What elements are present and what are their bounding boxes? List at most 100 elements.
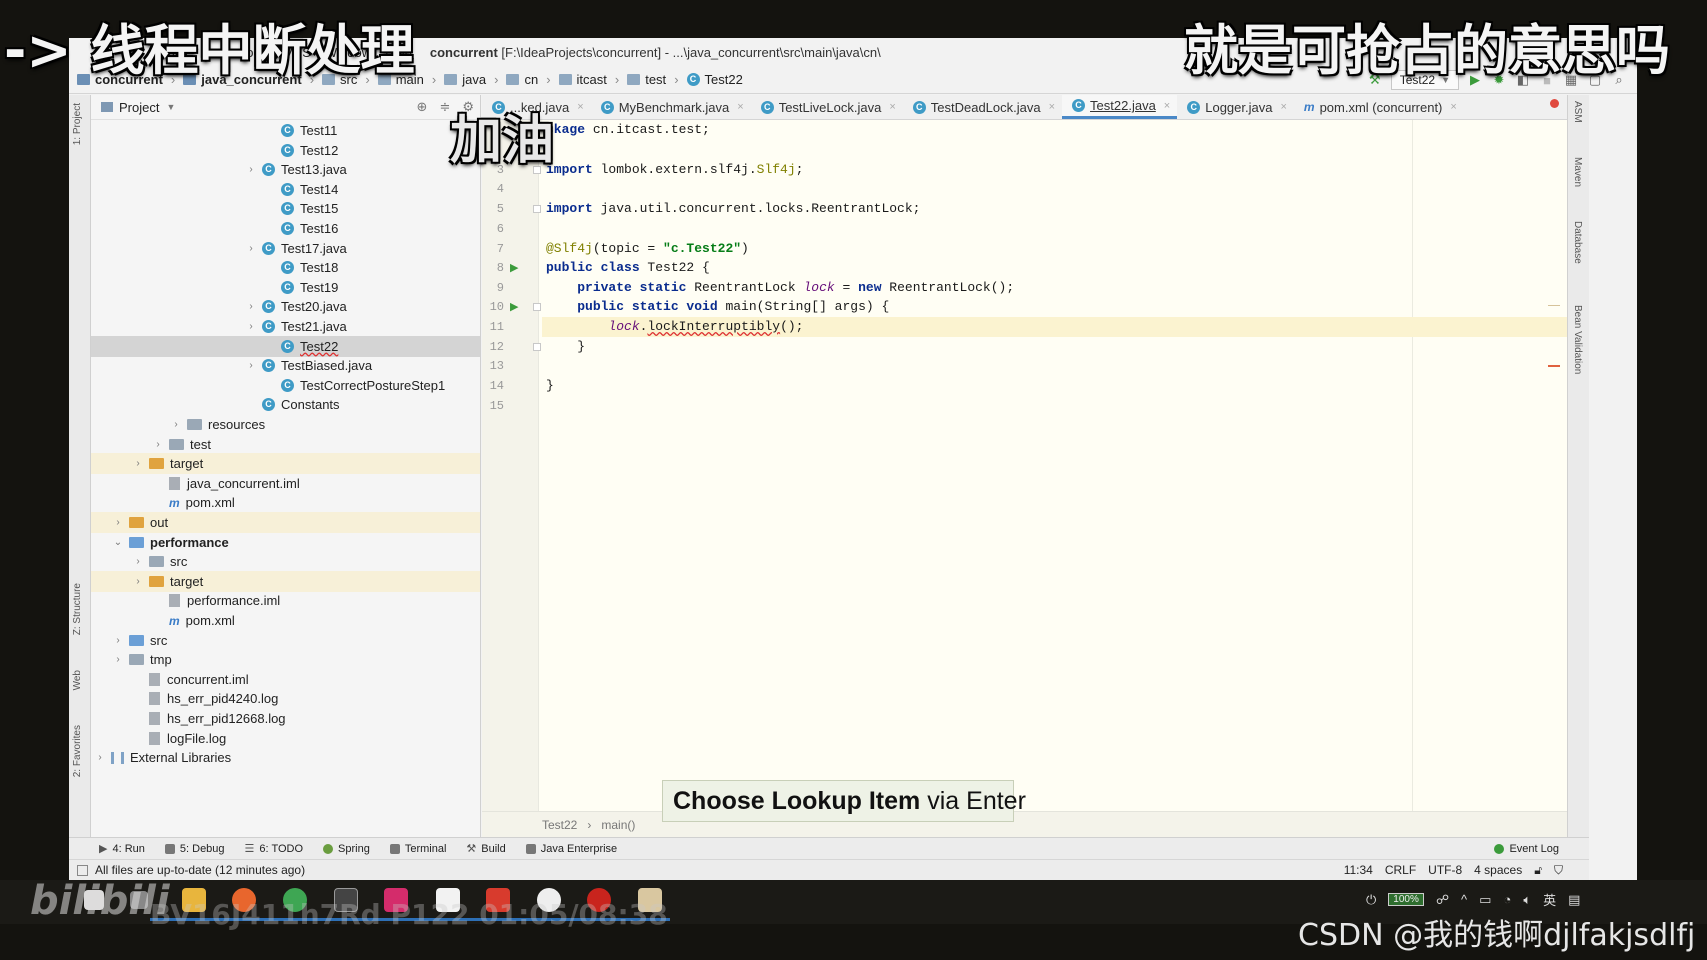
- tree-item[interactable]: C Test11: [91, 120, 480, 141]
- tool-asm[interactable]: ASM: [1572, 101, 1583, 123]
- breadcrumb-class[interactable]: Test22: [542, 818, 577, 832]
- tool-run[interactable]: ▶ 4: Run: [99, 842, 145, 856]
- people-icon[interactable]: ☍: [1436, 892, 1449, 908]
- network-icon[interactable]: ▭: [1479, 892, 1491, 908]
- tool-spring[interactable]: Spring: [323, 843, 370, 855]
- tree-item[interactable]: ⌄ performance: [91, 532, 480, 553]
- tool-bean-validation[interactable]: Bean Validation: [1572, 305, 1583, 374]
- inspector-icon[interactable]: ⛉: [1554, 863, 1563, 878]
- chevron-right-icon[interactable]: ›: [244, 164, 258, 175]
- collapse-icon[interactable]: ≑: [439, 99, 450, 115]
- fold-icon[interactable]: [533, 303, 541, 311]
- crumb-test[interactable]: test ›: [627, 72, 679, 87]
- editor-tab[interactable]: C MyBenchmark.java ×: [591, 95, 751, 119]
- lock-icon[interactable]: 🔓︎: [1534, 863, 1542, 878]
- tool-database[interactable]: Database: [1572, 221, 1583, 264]
- tree-item[interactable]: › src: [91, 551, 480, 572]
- tool-debug[interactable]: 5: Debug: [164, 843, 225, 855]
- tree-item[interactable]: C TestCorrectPostureStep1: [91, 375, 480, 396]
- close-icon[interactable]: ×: [1164, 100, 1170, 112]
- run-gutter-icon[interactable]: ▶: [510, 261, 518, 274]
- editor-tab[interactable]: C TestDeadLock.java ×: [903, 95, 1062, 119]
- editor-tab[interactable]: m pom.xml (concurrent) ×: [1294, 95, 1464, 119]
- status-toggle-icon[interactable]: [77, 864, 88, 876]
- locate-icon[interactable]: ⊕: [417, 99, 428, 115]
- chevron-right-icon[interactable]: ›: [244, 360, 258, 371]
- line-separator[interactable]: CRLF: [1385, 863, 1416, 878]
- crumb-itcast[interactable]: itcast ›: [558, 72, 619, 87]
- fold-icon[interactable]: [533, 205, 541, 213]
- crumb-test22[interactable]: C Test22: [686, 72, 743, 87]
- tool-favorites[interactable]: 2: Favorites: [72, 725, 83, 777]
- tool-build[interactable]: ⚒ Build: [466, 842, 505, 856]
- file-encoding[interactable]: UTF-8: [1428, 863, 1462, 878]
- plug-icon[interactable]: ⏻: [1366, 892, 1376, 908]
- close-icon[interactable]: ×: [577, 101, 583, 113]
- run-gutter-icon[interactable]: ▶: [510, 300, 518, 313]
- battery-indicator[interactable]: 100%: [1388, 893, 1424, 906]
- chevron-right-icon[interactable]: ›: [151, 439, 165, 450]
- chevron-right-icon[interactable]: ›: [169, 419, 183, 430]
- tree-item[interactable]: m pom.xml: [91, 492, 480, 513]
- tool-event-log[interactable]: Event Log: [1494, 843, 1559, 855]
- tree-item[interactable]: C Test22: [91, 335, 480, 357]
- caret-position[interactable]: 11:34: [1344, 863, 1373, 878]
- tree-item[interactable]: › C Test13.java: [91, 159, 480, 180]
- tree-item[interactable]: logFile.log: [91, 728, 480, 749]
- tree-item[interactable]: › C TestBiased.java: [91, 355, 480, 376]
- chevron-right-icon[interactable]: ›: [244, 321, 258, 332]
- warning-stripe-mark[interactable]: [1548, 305, 1560, 306]
- chevron-right-icon[interactable]: ›: [131, 556, 145, 567]
- tree-item[interactable]: hs_err_pid4240.log: [91, 688, 480, 709]
- editor-tab[interactable]: C TestLiveLock.java ×: [751, 95, 903, 119]
- tree-item[interactable]: › target: [91, 453, 480, 475]
- tool-todo[interactable]: ☰ 6: TODO: [245, 842, 303, 856]
- tree-item[interactable]: › C Test20.java: [91, 296, 480, 317]
- notification-icon[interactable]: ▤: [1568, 892, 1580, 908]
- ime-indicator[interactable]: 英: [1543, 890, 1556, 909]
- tree-item[interactable]: › C Test21.java: [91, 316, 480, 337]
- tree-item[interactable]: C Test16: [91, 218, 480, 239]
- wifi-icon[interactable]: ◔: [1503, 892, 1511, 907]
- editor-tab[interactable]: C Logger.java ×: [1177, 95, 1294, 119]
- tree-item[interactable]: › External Libraries: [91, 747, 480, 768]
- tree-item[interactable]: java_concurrent.iml: [91, 473, 480, 494]
- tree-item[interactable]: C Test18: [91, 257, 480, 278]
- error-stripe-mark[interactable]: [1548, 365, 1560, 367]
- tool-java-enterprise[interactable]: Java Enterprise: [525, 843, 617, 855]
- chevron-right-icon[interactable]: ›: [93, 752, 107, 763]
- tree-item[interactable]: hs_err_pid12668.log: [91, 708, 480, 729]
- tool-project[interactable]: 1: Project: [72, 103, 83, 145]
- chevron-right-icon[interactable]: ›: [111, 517, 125, 528]
- indent-setting[interactable]: 4 spaces: [1474, 863, 1522, 878]
- volume-icon[interactable]: 🔈︎: [1523, 892, 1531, 908]
- chevron-down-icon[interactable]: ⌄: [111, 537, 125, 548]
- error-stripe-marker[interactable]: [1550, 99, 1559, 108]
- tree-item[interactable]: › tmp: [91, 649, 480, 670]
- tree-item[interactable]: m pom.xml: [91, 610, 480, 631]
- chevron-right-icon[interactable]: ›: [131, 576, 145, 587]
- tool-structure[interactable]: Z: Structure: [72, 583, 83, 635]
- tool-web[interactable]: Web: [72, 670, 83, 690]
- tree-item[interactable]: C Constants: [91, 394, 480, 415]
- close-icon[interactable]: ×: [737, 101, 743, 113]
- close-icon[interactable]: ×: [1450, 101, 1456, 113]
- tree-item[interactable]: › C Test17.java: [91, 238, 480, 259]
- tool-maven[interactable]: Maven: [1572, 157, 1583, 187]
- tree-item[interactable]: › test: [91, 434, 480, 455]
- breadcrumb-method[interactable]: main(): [601, 818, 635, 832]
- tree-item[interactable]: C Test14: [91, 179, 480, 200]
- tree-item[interactable]: concurrent.iml: [91, 669, 480, 690]
- close-icon[interactable]: ×: [889, 101, 895, 113]
- chevron-right-icon[interactable]: ›: [244, 243, 258, 254]
- chevron-down-icon[interactable]: ▼: [166, 102, 175, 112]
- crumb-cn[interactable]: cn ›: [506, 72, 551, 87]
- chevron-right-icon[interactable]: ›: [244, 301, 258, 312]
- tree-item[interactable]: C Test12: [91, 140, 480, 161]
- project-view-select[interactable]: Project: [119, 100, 159, 115]
- tree-item[interactable]: › target: [91, 570, 480, 592]
- fold-icon[interactable]: [533, 343, 541, 351]
- code-view[interactable]: ckage cn.itcast.test; import lombok.exte…: [542, 120, 1567, 820]
- chevron-right-icon[interactable]: ›: [111, 654, 125, 665]
- tree-item[interactable]: C Test15: [91, 198, 480, 219]
